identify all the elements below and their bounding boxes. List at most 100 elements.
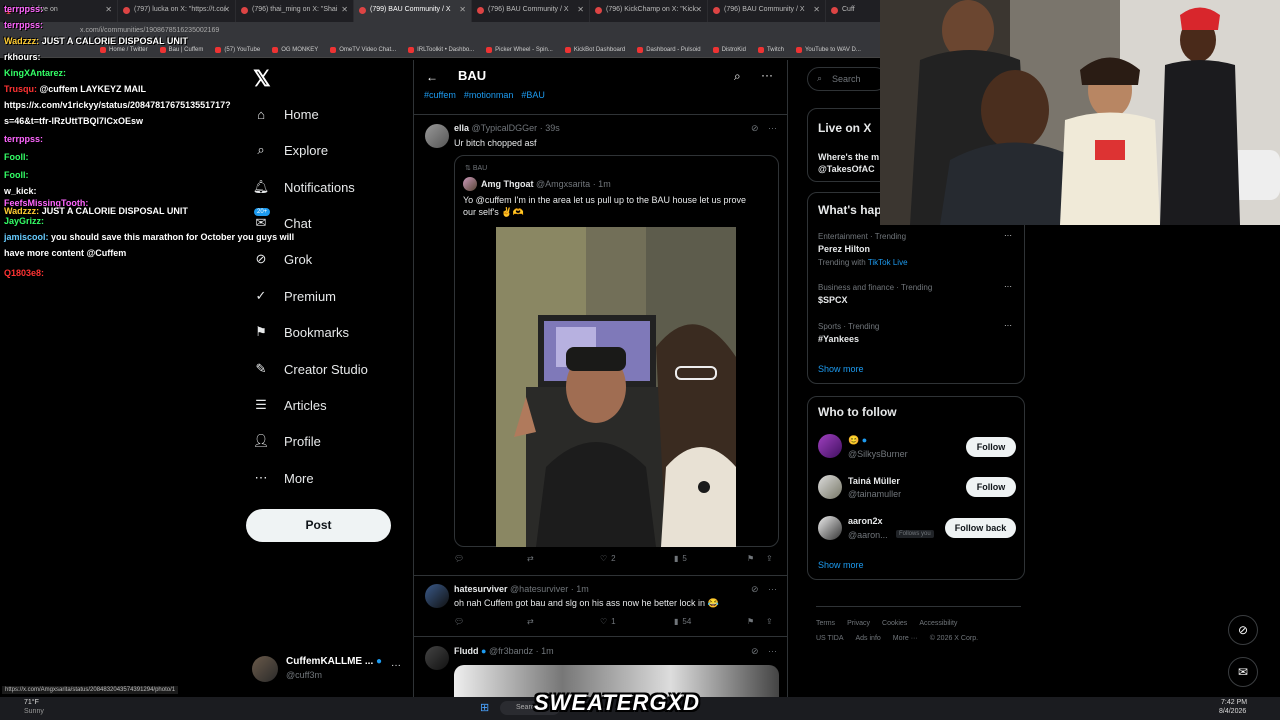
- close-icon[interactable]: ✕: [341, 5, 348, 14]
- tweet-photo[interactable]: [496, 227, 736, 547]
- browser-tab[interactable]: (796) BAU Community / X ✕: [472, 0, 590, 22]
- tweet-author[interactable]: Fludd ● @fr3bandz · 1m: [454, 646, 554, 656]
- follow-back-button[interactable]: Follow back: [945, 518, 1016, 538]
- search-input[interactable]: ⌕ Search: [807, 67, 887, 91]
- show-more-link[interactable]: Show more: [818, 364, 864, 374]
- reply-icon[interactable]: 💬︎: [454, 617, 464, 626]
- account-switcher[interactable]: CuffemKALLME ... ● @cuff3m ···: [252, 654, 407, 684]
- tab-favicon-icon: [831, 7, 838, 14]
- tweet-author[interactable]: hatesurviver @hatesurviver · 1m: [454, 584, 589, 594]
- bookmark-item[interactable]: Picker Wheel - Spin...: [486, 46, 553, 53]
- like-button[interactable]: ♡ 2: [600, 554, 616, 563]
- nav-item-notifications[interactable]: 🔔︎ Notifications: [252, 178, 355, 196]
- messages-icon[interactable]: ✉: [1228, 657, 1258, 687]
- tag-link[interactable]: #cuffem: [424, 90, 456, 100]
- nav-item-profile[interactable]: 👤︎ Profile: [252, 432, 321, 450]
- bookmark-item[interactable]: YouTube to WAV D...: [795, 46, 861, 53]
- tag-link[interactable]: #motionman: [464, 90, 514, 100]
- avatar[interactable]: [818, 434, 842, 458]
- more-icon[interactable]: ···: [1004, 282, 1012, 291]
- browser-tab[interactable]: (799) BAU Community / X ✕: [354, 0, 472, 22]
- browser-tab[interactable]: (797) lucka on X: "https://t.co/✕: [118, 0, 236, 22]
- windows-start-icon[interactable]: ⊞: [480, 701, 489, 714]
- close-icon[interactable]: ✕: [223, 5, 230, 14]
- close-icon[interactable]: ✕: [695, 5, 702, 14]
- nav-item-premium[interactable]: ✓ Premium: [252, 287, 336, 305]
- follow-button[interactable]: Follow: [966, 477, 1016, 497]
- more-icon[interactable]: ···: [768, 123, 777, 133]
- tweet-author[interactable]: ella @TypicalDGGer · 39s: [454, 123, 560, 133]
- footer-link[interactable]: Ads info: [856, 635, 881, 642]
- grok-icon[interactable]: ⊘: [751, 123, 759, 134]
- nav-item-bookmarks[interactable]: ⚑ Bookmarks: [252, 323, 349, 341]
- more-icon[interactable]: ···: [761, 68, 773, 82]
- repost-icon[interactable]: ⇄: [527, 554, 534, 563]
- footer-link[interactable]: Accessibility: [919, 620, 957, 627]
- photo-image: [496, 227, 736, 547]
- close-icon[interactable]: ✕: [813, 5, 820, 14]
- grok-icon[interactable]: ⊘: [1228, 615, 1258, 645]
- avatar[interactable]: [818, 475, 842, 499]
- bookmark-item[interactable]: Bau | Cuffem: [159, 46, 203, 53]
- nav-item-more[interactable]: ⋯ More: [252, 469, 314, 487]
- footer-link[interactable]: Terms: [816, 620, 835, 627]
- tweet-author[interactable]: Amg Thgoat @Amgxsarita · 1m: [481, 179, 611, 189]
- close-icon[interactable]: ✕: [459, 5, 466, 14]
- more-icon[interactable]: ···: [768, 646, 777, 656]
- search-icon[interactable]: ⌕: [734, 69, 741, 84]
- nav-item-explore[interactable]: ⌕ Explore: [252, 141, 328, 159]
- avatar[interactable]: [425, 584, 449, 608]
- browser-tab[interactable]: (796) thai_ming on X: "Shai ✕: [236, 0, 354, 22]
- avatar[interactable]: [425, 124, 449, 148]
- browser-tab[interactable]: (796) BAU Community / X ✕: [708, 0, 826, 22]
- repost-icon[interactable]: ⇄: [527, 617, 534, 626]
- grok-icon[interactable]: ⊘: [751, 584, 759, 595]
- bookmark-item[interactable]: DistroKid: [712, 46, 746, 53]
- more-icon[interactable]: ···: [1004, 231, 1012, 240]
- back-arrow-icon[interactable]: ←: [426, 70, 438, 84]
- footer-link[interactable]: Privacy: [847, 620, 870, 627]
- footer-link[interactable]: Cookies: [882, 620, 907, 627]
- close-icon[interactable]: ✕: [105, 5, 112, 14]
- avatar[interactable]: [425, 646, 449, 670]
- more-icon[interactable]: ···: [391, 660, 401, 671]
- tag-link[interactable]: #BAU: [521, 90, 545, 100]
- browser-tab[interactable]: (796) KickChamp on X: "Kick ✕: [590, 0, 708, 22]
- grok-icon[interactable]: ⊘: [751, 646, 759, 657]
- bookmark-item[interactable]: (57) YouTube: [215, 46, 260, 53]
- bookmark-item[interactable]: KickBot Dashboard: [564, 46, 625, 53]
- bookmark-item[interactable]: Dashboard - Pulsoid: [637, 46, 701, 53]
- bookmark-item[interactable]: OmeTV Video Chat...: [330, 46, 396, 53]
- bookmark-item[interactable]: Home / Twitter: [100, 46, 148, 53]
- nav-item-creator-studio[interactable]: ✎ Creator Studio: [252, 360, 368, 378]
- weather-temp[interactable]: 71°F: [24, 699, 39, 706]
- follow-button[interactable]: Follow: [966, 437, 1016, 457]
- nav-item-chat[interactable]: ✉ 20+ Chat: [252, 208, 311, 232]
- reply-icon[interactable]: 💬︎: [454, 554, 464, 563]
- bookmark-item[interactable]: OG MONKEY: [272, 46, 318, 53]
- bookmark-icon[interactable]: ⚑: [747, 554, 754, 563]
- share-icon[interactable]: ⇪: [766, 554, 773, 563]
- more-icon[interactable]: ···: [768, 584, 777, 594]
- views-button[interactable]: ▮ 5: [674, 554, 687, 563]
- nav-item-home[interactable]: ⌂ Home: [252, 105, 319, 123]
- footer-link[interactable]: More ···: [893, 635, 918, 642]
- share-icon[interactable]: ⇪: [766, 617, 773, 626]
- show-more-link[interactable]: Show more: [818, 560, 864, 570]
- avatar[interactable]: [818, 516, 842, 540]
- more-icon[interactable]: ···: [1004, 321, 1012, 330]
- live-handle[interactable]: @TakesOfAC: [818, 164, 875, 174]
- bookmark-item[interactable]: Twitch: [757, 46, 784, 53]
- x-logo-icon[interactable]: 𝕏: [253, 66, 273, 91]
- footer-link[interactable]: US TIDA: [816, 635, 844, 642]
- avatar[interactable]: [463, 177, 477, 191]
- nav-item-grok[interactable]: ⊘ Grok: [252, 250, 313, 268]
- close-icon[interactable]: ✕: [577, 5, 584, 14]
- bookmark-item[interactable]: IRLToolkit • Dashbo...: [408, 46, 474, 53]
- nav-item-articles[interactable]: ☰ Articles: [252, 396, 326, 414]
- bookmark-icon[interactable]: ⚑: [747, 617, 754, 626]
- chat-message: w_kick:: [4, 186, 37, 196]
- views-button[interactable]: ▮ 54: [674, 617, 691, 626]
- post-button[interactable]: Post: [246, 509, 391, 542]
- like-button[interactable]: ♡ 1: [600, 617, 616, 626]
